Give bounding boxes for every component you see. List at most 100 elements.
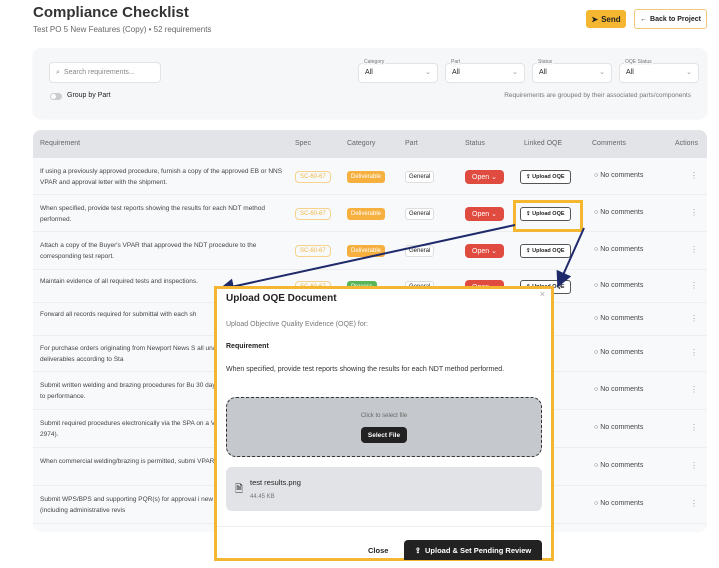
spec-badge[interactable]: SC-60-67 bbox=[295, 170, 331, 183]
status-value: Open bbox=[472, 210, 490, 218]
col-category: Category bbox=[347, 140, 376, 147]
send-label: Send bbox=[601, 14, 621, 24]
highlight-upload-oqe bbox=[513, 200, 583, 232]
part-value: All bbox=[452, 69, 460, 76]
comments-link[interactable]: ○ No comments bbox=[594, 172, 643, 179]
more-actions-icon[interactable]: ⋮ bbox=[690, 348, 698, 357]
comments-label: No comments bbox=[600, 281, 644, 289]
part-badge: General bbox=[405, 207, 435, 220]
status-value: Open bbox=[472, 248, 490, 255]
modal-subtitle: Upload Objective Quality Evidence (OQE) … bbox=[226, 321, 369, 328]
file-dropzone[interactable]: Click to select file Select File bbox=[226, 397, 542, 457]
category-badge: Deliverable bbox=[347, 245, 386, 257]
file-icon: 🗎 bbox=[235, 484, 244, 495]
comments-link[interactable]: ○ No comments bbox=[594, 462, 643, 469]
file-name: test results.png bbox=[250, 478, 301, 487]
upload-oqe-button[interactable]: ⇪ Upload OQE bbox=[520, 244, 571, 258]
table-row: Attach a copy of the Buyer's VPAR that a… bbox=[33, 232, 707, 270]
arrow-left-icon: ← bbox=[640, 15, 648, 23]
chevron-down-icon: ⌄ bbox=[686, 69, 692, 76]
table-header: Requirement Spec Category Part Status Li… bbox=[33, 130, 707, 158]
search-icon: ⌕ bbox=[56, 68, 60, 76]
part-select[interactable]: Part All ⌄ bbox=[445, 59, 525, 83]
requirement-text: If using a previously approved procedure… bbox=[40, 167, 283, 186]
comments-label: No comments bbox=[600, 349, 644, 356]
grouping-hint: Requirements are grouped by their associ… bbox=[504, 92, 691, 99]
page-subtitle: Test PO 5 New Features (Copy) • 52 requi… bbox=[33, 25, 212, 34]
category-value: All bbox=[365, 69, 373, 76]
category-badge: Deliverable bbox=[347, 207, 386, 220]
filter-panel: ⌕ Search requirements... Category All ⌄ Par… bbox=[33, 48, 707, 118]
comments-link[interactable]: ○ No comments bbox=[594, 209, 643, 216]
send-button[interactable]: ➤ Send bbox=[586, 10, 626, 28]
requirement-text: Attach a copy of the Buyer's VPAR that a… bbox=[40, 242, 257, 260]
comments-label: No comments bbox=[600, 208, 644, 216]
oqe-status-label: OQE Status bbox=[624, 59, 653, 65]
spec-badge[interactable]: SC-60-67 bbox=[295, 245, 331, 257]
comments-link[interactable]: ○ No comments bbox=[594, 315, 643, 322]
col-comments: Comments bbox=[592, 140, 626, 147]
more-actions-icon[interactable]: ⋮ bbox=[690, 208, 698, 217]
upload-oqe-label: Upload OQE bbox=[532, 173, 565, 180]
oqe-status-value: All bbox=[626, 69, 634, 76]
status-dropdown[interactable]: Open ⌄ bbox=[465, 206, 504, 221]
back-to-project-button[interactable]: ← Back to Project bbox=[634, 9, 707, 29]
requirement-text: When specified, provide test reports sho… bbox=[226, 366, 505, 373]
select-file-button[interactable]: Select File bbox=[361, 427, 407, 443]
col-actions: Actions bbox=[675, 140, 698, 147]
page-title: Compliance Checklist bbox=[33, 4, 189, 21]
upload-oqe-button[interactable]: ⇪ Upload OQE bbox=[520, 169, 571, 184]
modal-title: Upload OQE Document bbox=[226, 293, 337, 304]
comments-label: No comments bbox=[600, 386, 644, 393]
dropzone-hint: Click to select file bbox=[360, 413, 408, 419]
search-input[interactable]: ⌕ Search requirements... bbox=[49, 62, 161, 83]
comments-link[interactable]: ○ No comments bbox=[594, 246, 643, 253]
col-part: Part bbox=[405, 140, 418, 147]
file-size: 44.45 KB bbox=[250, 494, 275, 500]
status-dropdown[interactable]: Open ⌄ bbox=[465, 244, 504, 258]
comments-link[interactable]: ○ No comments bbox=[594, 386, 643, 393]
more-actions-icon[interactable]: ⋮ bbox=[690, 423, 698, 432]
group-by-part-toggle[interactable] bbox=[50, 93, 62, 100]
chevron-down-icon: ⌄ bbox=[425, 69, 431, 76]
comments-link[interactable]: ○ No comments bbox=[594, 424, 643, 431]
more-actions-icon[interactable]: ⋮ bbox=[690, 314, 698, 323]
more-actions-icon[interactable]: ⋮ bbox=[690, 499, 698, 508]
more-actions-icon[interactable]: ⋮ bbox=[690, 461, 698, 470]
comments-label: No comments bbox=[600, 462, 644, 469]
col-requirement: Requirement bbox=[40, 140, 81, 147]
close-icon[interactable]: × bbox=[540, 289, 545, 299]
more-actions-icon[interactable]: ⋮ bbox=[690, 171, 698, 180]
more-actions-icon[interactable]: ⋮ bbox=[690, 385, 698, 394]
selected-file: 🗎 test results.png 44.45 KB bbox=[226, 467, 542, 511]
col-status: Status bbox=[465, 140, 485, 147]
comments-label: No comments bbox=[600, 314, 644, 322]
comments-link[interactable]: ○ No comments bbox=[594, 349, 643, 356]
status-dropdown[interactable]: Open ⌄ bbox=[465, 169, 504, 184]
part-label: Part bbox=[450, 59, 462, 65]
comments-link[interactable]: ○ No comments bbox=[594, 282, 643, 289]
upload-set-pending-review-button[interactable]: ⇪ Upload & Set Pending Review bbox=[404, 540, 542, 560]
category-select[interactable]: Category All ⌄ bbox=[358, 59, 438, 83]
status-value: Open bbox=[472, 173, 490, 181]
status-select[interactable]: Status All ⌄ bbox=[532, 59, 612, 83]
spec-badge[interactable]: SC-60-67 bbox=[295, 207, 331, 220]
status-value: All bbox=[539, 69, 547, 76]
upload-oqe-modal: Upload OQE Document × Upload Objective Q… bbox=[214, 286, 554, 561]
divider bbox=[217, 526, 551, 527]
more-actions-icon[interactable]: ⋮ bbox=[690, 281, 698, 290]
more-actions-icon[interactable]: ⋮ bbox=[690, 245, 698, 254]
comments-link[interactable]: ○ No comments bbox=[594, 500, 643, 507]
comments-label: No comments bbox=[600, 500, 644, 507]
send-icon: ➤ bbox=[591, 14, 599, 24]
category-badge: Deliverable bbox=[347, 170, 386, 183]
upload-icon: ⇪ bbox=[414, 545, 421, 555]
col-linked-oqe: Linked OQE bbox=[524, 140, 563, 147]
group-by-part-label: Group by Part bbox=[67, 92, 111, 99]
table-row: If using a previously approved procedure… bbox=[33, 158, 707, 195]
status-label: Status bbox=[537, 59, 554, 65]
oqe-status-select[interactable]: OQE Status All ⌄ bbox=[619, 59, 699, 83]
comments-label: No comments bbox=[600, 424, 644, 431]
close-button[interactable]: Close bbox=[368, 546, 388, 555]
col-spec: Spec bbox=[295, 140, 311, 147]
